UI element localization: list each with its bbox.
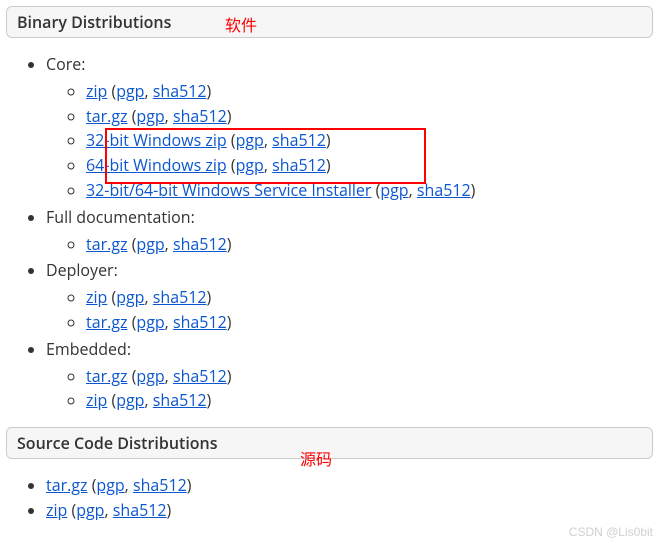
- pgp-link[interactable]: pgp: [380, 179, 408, 201]
- embedded-sublist: tar.gz (pgp, sha512) zip (pgp, sha512): [46, 364, 653, 414]
- sha-link[interactable]: sha512: [417, 179, 471, 201]
- embedded-category: Embedded: tar.gz (pgp, sha512) zip (pgp,…: [46, 337, 653, 413]
- pgp-link[interactable]: pgp: [136, 233, 164, 255]
- list-item: tar.gz (pgp, sha512): [86, 232, 653, 257]
- list-item: zip (pgp, sha512): [86, 79, 653, 104]
- annotation-software: 软件: [225, 12, 257, 36]
- embedded-label: Embedded:: [46, 338, 131, 360]
- binary-list: Core: zip (pgp, sha512) tar.gz (pgp, sha…: [6, 52, 653, 413]
- pgp-link[interactable]: pgp: [116, 286, 144, 308]
- download-link[interactable]: tar.gz: [86, 105, 128, 127]
- download-link[interactable]: zip: [86, 80, 107, 102]
- sha-link[interactable]: sha512: [133, 474, 187, 496]
- download-link[interactable]: tar.gz: [86, 233, 128, 255]
- download-link[interactable]: zip: [86, 389, 107, 411]
- binary-distributions-header: Binary Distributions: [6, 6, 653, 38]
- list-item: tar.gz (pgp, sha512): [86, 104, 653, 129]
- list-item: zip (pgp, sha512): [86, 285, 653, 310]
- pgp-link[interactable]: pgp: [116, 389, 144, 411]
- list-item: zip (pgp, sha512): [46, 498, 653, 523]
- core-category: Core: zip (pgp, sha512) tar.gz (pgp, sha…: [46, 52, 653, 203]
- pgp-link[interactable]: pgp: [236, 154, 264, 176]
- download-link[interactable]: tar.gz: [86, 365, 128, 387]
- download-link[interactable]: 64-bit Windows zip: [86, 154, 227, 176]
- download-link[interactable]: tar.gz: [86, 311, 128, 333]
- fulldoc-label: Full documentation:: [46, 206, 195, 228]
- watermark: CSDN @Lis0bit: [569, 525, 653, 539]
- sha-link[interactable]: sha512: [153, 80, 207, 102]
- sha-link[interactable]: sha512: [173, 105, 227, 127]
- download-link[interactable]: zip: [86, 286, 107, 308]
- sha-link[interactable]: sha512: [272, 154, 326, 176]
- fulldoc-category: Full documentation: tar.gz (pgp, sha512): [46, 205, 653, 257]
- source-list: tar.gz (pgp, sha512) zip (pgp, sha512): [6, 473, 653, 523]
- pgp-link[interactable]: pgp: [136, 105, 164, 127]
- list-item: tar.gz (pgp, sha512): [86, 310, 653, 335]
- pgp-link[interactable]: pgp: [76, 499, 104, 521]
- list-item: 64-bit Windows zip (pgp, sha512): [86, 153, 653, 178]
- download-link[interactable]: zip: [46, 499, 67, 521]
- list-item: tar.gz (pgp, sha512): [86, 364, 653, 389]
- pgp-link[interactable]: pgp: [136, 311, 164, 333]
- list-item: 32-bit/64-bit Windows Service Installer …: [86, 178, 653, 203]
- sha-link[interactable]: sha512: [153, 286, 207, 308]
- list-item: 32-bit Windows zip (pgp, sha512): [86, 128, 653, 153]
- list-item: tar.gz (pgp, sha512): [46, 473, 653, 498]
- core-sublist: zip (pgp, sha512) tar.gz (pgp, sha512) 3…: [46, 79, 653, 203]
- list-item: zip (pgp, sha512): [86, 388, 653, 413]
- pgp-link[interactable]: pgp: [96, 474, 124, 496]
- deployer-sublist: zip (pgp, sha512) tar.gz (pgp, sha512): [46, 285, 653, 335]
- pgp-link[interactable]: pgp: [116, 80, 144, 102]
- sha-link[interactable]: sha512: [173, 365, 227, 387]
- sha-link[interactable]: sha512: [272, 129, 326, 151]
- pgp-link[interactable]: pgp: [236, 129, 264, 151]
- annotation-source: 源码: [300, 446, 332, 470]
- sha-link[interactable]: sha512: [153, 389, 207, 411]
- fulldoc-sublist: tar.gz (pgp, sha512): [46, 232, 653, 257]
- download-link[interactable]: tar.gz: [46, 474, 88, 496]
- deployer-label: Deployer:: [46, 259, 118, 281]
- sha-link[interactable]: sha512: [113, 499, 167, 521]
- deployer-category: Deployer: zip (pgp, sha512) tar.gz (pgp,…: [46, 258, 653, 334]
- download-link[interactable]: 32-bit/64-bit Windows Service Installer: [86, 179, 371, 201]
- pgp-link[interactable]: pgp: [136, 365, 164, 387]
- sha-link[interactable]: sha512: [173, 311, 227, 333]
- sha-link[interactable]: sha512: [173, 233, 227, 255]
- download-link[interactable]: 32-bit Windows zip: [86, 129, 227, 151]
- core-label: Core:: [46, 53, 85, 75]
